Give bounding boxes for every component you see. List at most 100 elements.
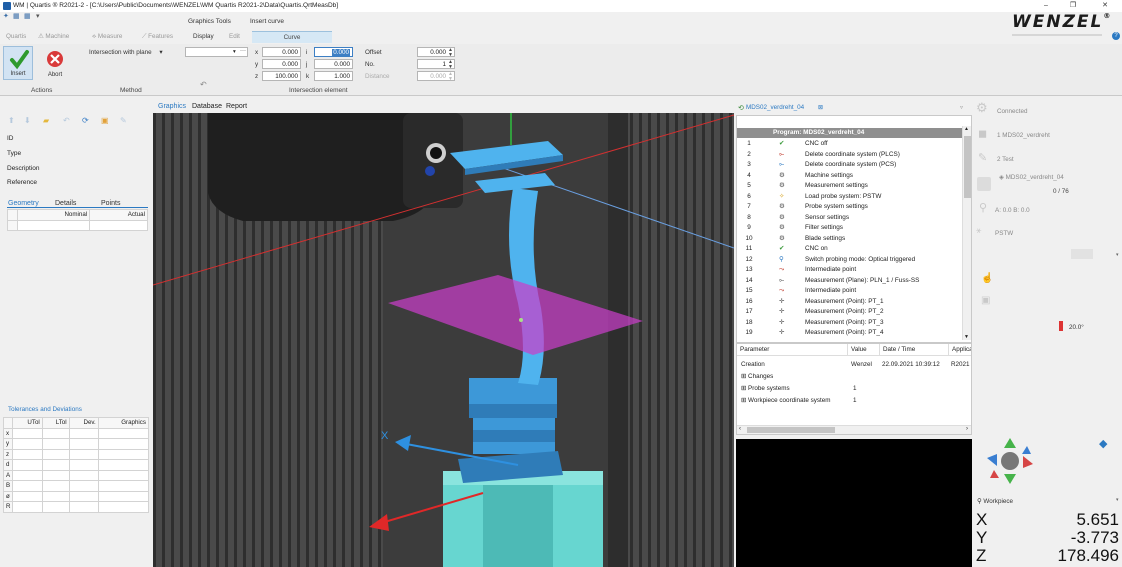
tab-measure[interactable]: ⟡ Measure bbox=[88, 31, 126, 43]
program-row[interactable]: 16 ✛ Measurement (Point): PT_1 bbox=[737, 297, 963, 308]
table-cell[interactable] bbox=[16, 219, 91, 231]
program-row[interactable]: 18 ✛ Measurement (Point): PT_3 bbox=[737, 318, 963, 329]
param-header-application[interactable]: Applica bbox=[949, 344, 971, 356]
z-input[interactable]: 100.000 bbox=[262, 71, 301, 81]
spin-icon[interactable]: ▲ ▼ bbox=[448, 60, 453, 70]
tab-details[interactable]: Details bbox=[55, 200, 76, 207]
grid-settings-icon[interactable]: ▦ bbox=[24, 13, 32, 21]
chevron-down-icon[interactable]: ▿ bbox=[960, 104, 963, 111]
table-cell[interactable] bbox=[12, 501, 43, 513]
tab-machine[interactable]: ⚠ Machine bbox=[34, 31, 73, 43]
table-cell[interactable] bbox=[41, 448, 70, 460]
jog-left-arrow[interactable] bbox=[987, 454, 997, 466]
table-cell[interactable] bbox=[89, 219, 148, 231]
program-row[interactable]: 7 ⚙ Probe system settings bbox=[737, 202, 963, 213]
tab-quartis[interactable]: Quartis bbox=[2, 31, 30, 43]
spin-icon[interactable]: ▲ ▼ bbox=[448, 48, 453, 58]
graphics-viewport[interactable]: X bbox=[153, 113, 734, 567]
k-input[interactable]: 1.000 bbox=[314, 71, 353, 81]
tab-close-icon[interactable]: ⊠ bbox=[818, 104, 823, 111]
param-header-date[interactable]: Date / Time bbox=[880, 344, 949, 356]
tab-features[interactable]: ⟋ Features bbox=[138, 31, 177, 43]
program-list[interactable]: Program: MDS02_verdreht_04 1 ✔ CNC off 2 ⟜ De… bbox=[736, 115, 972, 343]
param-horizontal-scrollbar[interactable]: ‹ › bbox=[737, 425, 971, 434]
param-group-probe-systems[interactable]: ⊞ Probe systems bbox=[741, 383, 790, 394]
scroll-thumb[interactable] bbox=[964, 136, 971, 198]
program-row[interactable]: 8 ⚙ Sensor settings bbox=[737, 213, 963, 224]
program-row[interactable]: 10 ⚙ Blade settings bbox=[737, 234, 963, 245]
tab-graphics[interactable]: Graphics bbox=[158, 103, 186, 110]
edit-icon[interactable]: ✎ bbox=[120, 116, 127, 125]
program-row[interactable]: 5 ⚙ Measurement settings bbox=[737, 181, 963, 192]
table-cell[interactable] bbox=[12, 469, 43, 481]
program-item-2[interactable]: 2 Test bbox=[997, 156, 1014, 163]
element-select[interactable]: ▾ ··· bbox=[185, 47, 248, 57]
tab-geometry[interactable]: Geometry bbox=[8, 200, 39, 207]
coordinate-system-select[interactable]: ⚲ Workpiece bbox=[977, 498, 1013, 505]
program-scrollbar[interactable]: ▲ ▼ bbox=[962, 126, 971, 340]
grid-icon[interactable]: ▦ bbox=[13, 13, 21, 21]
program-tab-title[interactable]: MDS02_verdreht_04 bbox=[746, 104, 804, 111]
lock-icon[interactable]: ▣ bbox=[101, 116, 109, 125]
program-row[interactable]: 14 ⟜ Measurement (Plane): PLN_1 / Fuss-SS bbox=[737, 276, 963, 287]
close-button[interactable]: ✕ bbox=[1094, 1, 1116, 11]
tab-report[interactable]: Report bbox=[226, 103, 247, 110]
chevron-down-icon[interactable]: ▾ bbox=[1116, 497, 1119, 503]
ellipsis-button[interactable]: ··· bbox=[240, 47, 246, 56]
number-input[interactable]: 1 ▲ ▼ bbox=[417, 59, 455, 69]
program-item-1[interactable]: 1 MDS02_verdreht bbox=[997, 132, 1050, 139]
param-group-workpiece-cs[interactable]: ⊞ Workpiece coordinate system bbox=[741, 395, 831, 406]
table-cell[interactable] bbox=[41, 438, 70, 450]
scroll-left-icon[interactable]: ‹ bbox=[739, 426, 741, 432]
table-cell[interactable] bbox=[41, 469, 70, 481]
table-cell[interactable] bbox=[12, 448, 43, 460]
scroll-up-icon[interactable]: ▲ bbox=[964, 126, 969, 132]
param-header-parameter[interactable]: Parameter bbox=[737, 344, 848, 356]
program-row[interactable]: 11 ✔ CNC on bbox=[737, 244, 963, 255]
stop-icon[interactable] bbox=[977, 177, 991, 191]
table-cell[interactable] bbox=[41, 427, 70, 439]
table-cell[interactable] bbox=[41, 480, 70, 492]
table-cell[interactable] bbox=[12, 490, 43, 502]
table-cell[interactable] bbox=[41, 459, 70, 471]
minimize-button[interactable]: – bbox=[1035, 1, 1057, 11]
scroll-thumb[interactable] bbox=[747, 427, 835, 433]
program-row[interactable]: 13 ⤳ Intermediate point bbox=[737, 265, 963, 276]
arrow-up-icon[interactable]: ⬆ bbox=[8, 116, 15, 125]
dropdown-arrow-icon[interactable]: ▾ bbox=[36, 13, 44, 21]
abort-button[interactable]: Abort bbox=[41, 46, 69, 80]
i-input[interactable]: 0.000 bbox=[314, 47, 353, 57]
jog-control[interactable] bbox=[985, 436, 1035, 486]
folder-icon[interactable]: ▰ bbox=[43, 116, 49, 125]
view-cube-icon[interactable]: ◆ bbox=[1099, 437, 1107, 450]
jog-up-arrow[interactable] bbox=[1004, 438, 1016, 448]
help-icon[interactable]: ? bbox=[1112, 32, 1120, 40]
camera-icon[interactable]: ▣ bbox=[981, 295, 990, 306]
sparkle-icon[interactable]: ✦ bbox=[3, 13, 11, 21]
table-cell[interactable] bbox=[12, 427, 43, 439]
x-input[interactable]: 0.000 bbox=[262, 47, 301, 57]
param-group-changes[interactable]: ⊞ Changes bbox=[741, 371, 773, 382]
method-select[interactable]: Intersection with plane ▾ bbox=[89, 49, 163, 56]
table-cell[interactable] bbox=[12, 459, 43, 471]
tab-display[interactable]: Display bbox=[189, 31, 218, 43]
program-row[interactable]: 2 ⟜ Delete coordinate system (PLCS) bbox=[737, 150, 963, 161]
expand-icon[interactable]: ⊞ bbox=[741, 385, 746, 392]
program-row[interactable]: 9 ⚙ Filter settings bbox=[737, 223, 963, 234]
tab-database[interactable]: Database bbox=[192, 103, 222, 110]
table-cell[interactable] bbox=[41, 501, 70, 513]
jog-down-arrow[interactable] bbox=[1004, 474, 1016, 484]
undo-icon[interactable]: ↶ bbox=[200, 80, 207, 89]
table-cell[interactable] bbox=[12, 438, 43, 450]
program-row[interactable]: 3 ⟜ Delete coordinate system (PCS) bbox=[737, 160, 963, 171]
tab-edit[interactable]: Edit bbox=[225, 31, 244, 43]
insert-button[interactable]: Insert bbox=[3, 46, 33, 80]
maximize-button[interactable]: ❐ bbox=[1062, 1, 1084, 11]
program-row[interactable]: 6 ✧ Load probe system: PSTW bbox=[737, 192, 963, 203]
table-cell[interactable] bbox=[12, 480, 43, 492]
param-header-value[interactable]: Value bbox=[848, 344, 880, 356]
program-row[interactable]: 15 ⤳ Intermediate point bbox=[737, 286, 963, 297]
scroll-right-icon[interactable]: › bbox=[966, 426, 968, 432]
y-input[interactable]: 0.000 bbox=[262, 59, 301, 69]
program-item-3[interactable]: ◈ MDS02_verdreht_04 bbox=[999, 174, 1064, 181]
